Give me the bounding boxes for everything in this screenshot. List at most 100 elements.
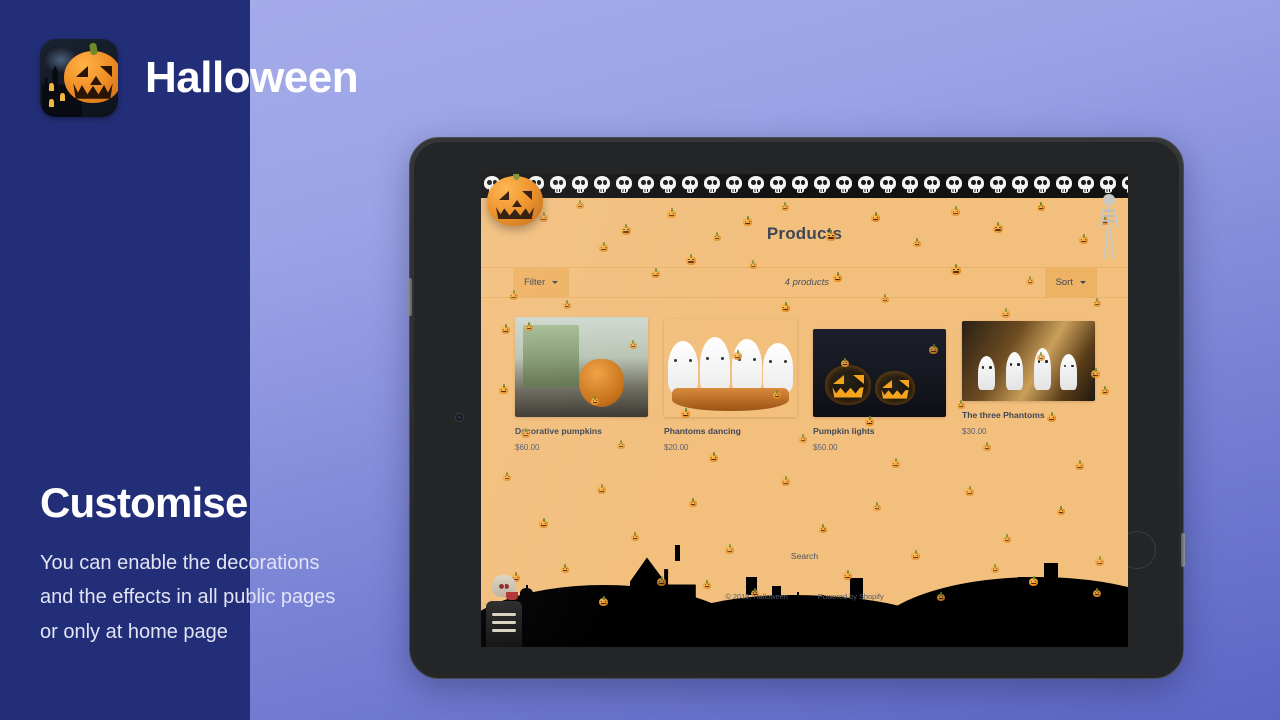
skeleton-arm — [1099, 208, 1104, 228]
skull-icon — [855, 175, 877, 197]
phantoms-dancing-photo[interactable] — [664, 319, 797, 417]
skull-icon — [1053, 175, 1075, 197]
pumpkin-lights-photo[interactable] — [813, 329, 946, 417]
product-card[interactable]: The three Phantoms $30.00 — [962, 321, 1095, 452]
skull-icon — [833, 175, 855, 197]
product-price: $30.00 — [962, 427, 1095, 436]
skull-icon — [723, 175, 745, 197]
pumpkin-eye-left — [499, 191, 509, 200]
falling-pumpkin-decoration — [873, 504, 881, 511]
sort-dropdown[interactable]: Sort — [1045, 268, 1097, 297]
skeleton-leg — [1110, 229, 1115, 259]
falling-pumpkin-decoration — [929, 346, 938, 354]
falling-pumpkin-decoration — [617, 442, 625, 449]
pumpkin-silhouette — [837, 601, 849, 611]
falling-pumpkin-decoration — [561, 566, 569, 573]
brand-title: Halloween — [145, 53, 358, 103]
skull-icon — [635, 175, 657, 197]
pumpkin-silhouette — [960, 603, 972, 613]
brand-header: Halloween — [40, 38, 358, 118]
falling-pumpkin-decoration — [743, 218, 752, 226]
zombie-rib — [492, 621, 516, 624]
falling-pumpkin-decoration — [1037, 354, 1045, 361]
cross-grave — [630, 612, 640, 629]
product-price: $20.00 — [664, 443, 797, 452]
skeleton-skull — [1103, 194, 1115, 205]
product-name: Decorative pumpkins — [515, 426, 648, 436]
falling-pumpkin-decoration — [591, 398, 599, 405]
zombie-body — [486, 601, 522, 647]
falling-pumpkin-decoration — [1001, 310, 1010, 318]
falling-pumpkin-decoration — [1095, 558, 1104, 566]
falling-pumpkin-decoration — [503, 474, 511, 481]
tablet-device-mockup: Products Filter 4 products Sort Decorati… — [409, 137, 1184, 679]
hanging-skeleton-decoration — [1098, 194, 1120, 264]
falling-pumpkin-decoration — [1003, 536, 1011, 543]
header-pumpkin-icon — [487, 176, 543, 226]
falling-pumpkin-decoration — [1029, 578, 1038, 586]
three-phantoms-photo[interactable] — [962, 321, 1095, 401]
falling-pumpkin-decoration — [629, 342, 637, 349]
pumpkin-eye-right — [522, 191, 532, 200]
skull-icon — [613, 175, 635, 197]
falling-pumpkin-decoration — [621, 226, 631, 235]
falling-pumpkin-decoration — [871, 214, 880, 222]
falling-pumpkin-decoration — [631, 534, 639, 541]
skull-icon — [899, 175, 921, 197]
front-camera — [455, 413, 464, 422]
falling-pumpkin-decoration — [713, 234, 721, 241]
powered-by-text: Powered by Shopify — [818, 592, 884, 601]
falling-pumpkin-decoration — [911, 552, 920, 560]
decorative-pumpkins-photo[interactable] — [515, 317, 648, 417]
volume-button[interactable] — [408, 278, 412, 316]
pumpkin-nose — [512, 200, 522, 207]
skull-icon — [657, 175, 679, 197]
falling-pumpkin-decoration — [865, 418, 874, 426]
falling-pumpkin-decoration — [686, 256, 696, 265]
skull-border-decoration — [481, 174, 1128, 198]
copy-body: You can enable the decorations and the e… — [40, 546, 340, 649]
falling-pumpkin-decoration — [1037, 204, 1045, 211]
falling-pumpkin-decoration — [993, 224, 1003, 233]
falling-pumpkin-decoration — [521, 430, 530, 438]
marketing-copy: Customise You can enable the decorations… — [40, 482, 340, 649]
sort-label: Sort — [1056, 277, 1073, 288]
skull-icon — [569, 175, 591, 197]
skull-icon — [1031, 175, 1053, 197]
filter-dropdown[interactable]: Filter — [513, 268, 569, 297]
power-button[interactable] — [1181, 533, 1185, 567]
falling-pumpkin-decoration — [689, 500, 697, 507]
falling-pumpkin-decoration — [681, 410, 690, 418]
falling-pumpkin-decoration — [913, 240, 921, 247]
product-name: The three Phantoms — [962, 410, 1095, 420]
zombie-rib — [492, 629, 516, 632]
skull-icon — [745, 175, 767, 197]
skull-icon — [591, 175, 613, 197]
falling-pumpkin-decoration — [733, 352, 742, 360]
falling-pumpkin-decoration — [983, 444, 991, 451]
skull-icon — [877, 175, 899, 197]
skull-icon — [921, 175, 943, 197]
skull-icon — [789, 175, 811, 197]
falling-pumpkin-decoration — [841, 360, 849, 367]
copyright-text: © 2019, Halloween — [725, 592, 788, 601]
falling-pumpkin-decoration — [781, 204, 789, 211]
chimney — [675, 545, 680, 561]
product-price: $50.00 — [813, 443, 946, 452]
celtic-cross-grave — [1044, 563, 1058, 585]
skeleton-rib — [1102, 220, 1116, 222]
skull-icon — [701, 175, 723, 197]
skull-icon — [679, 175, 701, 197]
skull-icon — [767, 175, 789, 197]
product-card[interactable]: Pumpkin lights $50.00 — [813, 329, 946, 452]
product-count: 4 products — [569, 268, 1044, 297]
skull-icon — [987, 175, 1009, 197]
store-footer: © 2019, Halloween Powered by Shopify — [481, 592, 1128, 601]
product-card[interactable]: Phantoms dancing $20.00 — [664, 319, 797, 452]
falling-pumpkin-decoration — [1093, 300, 1101, 307]
falling-pumpkin-decoration — [965, 488, 974, 496]
product-card[interactable]: Decorative pumpkins $60.00 — [515, 317, 648, 452]
falling-pumpkin-decoration — [951, 266, 961, 275]
falling-pumpkin-decoration — [1091, 370, 1100, 378]
falling-pumpkin-decoration — [657, 578, 666, 586]
